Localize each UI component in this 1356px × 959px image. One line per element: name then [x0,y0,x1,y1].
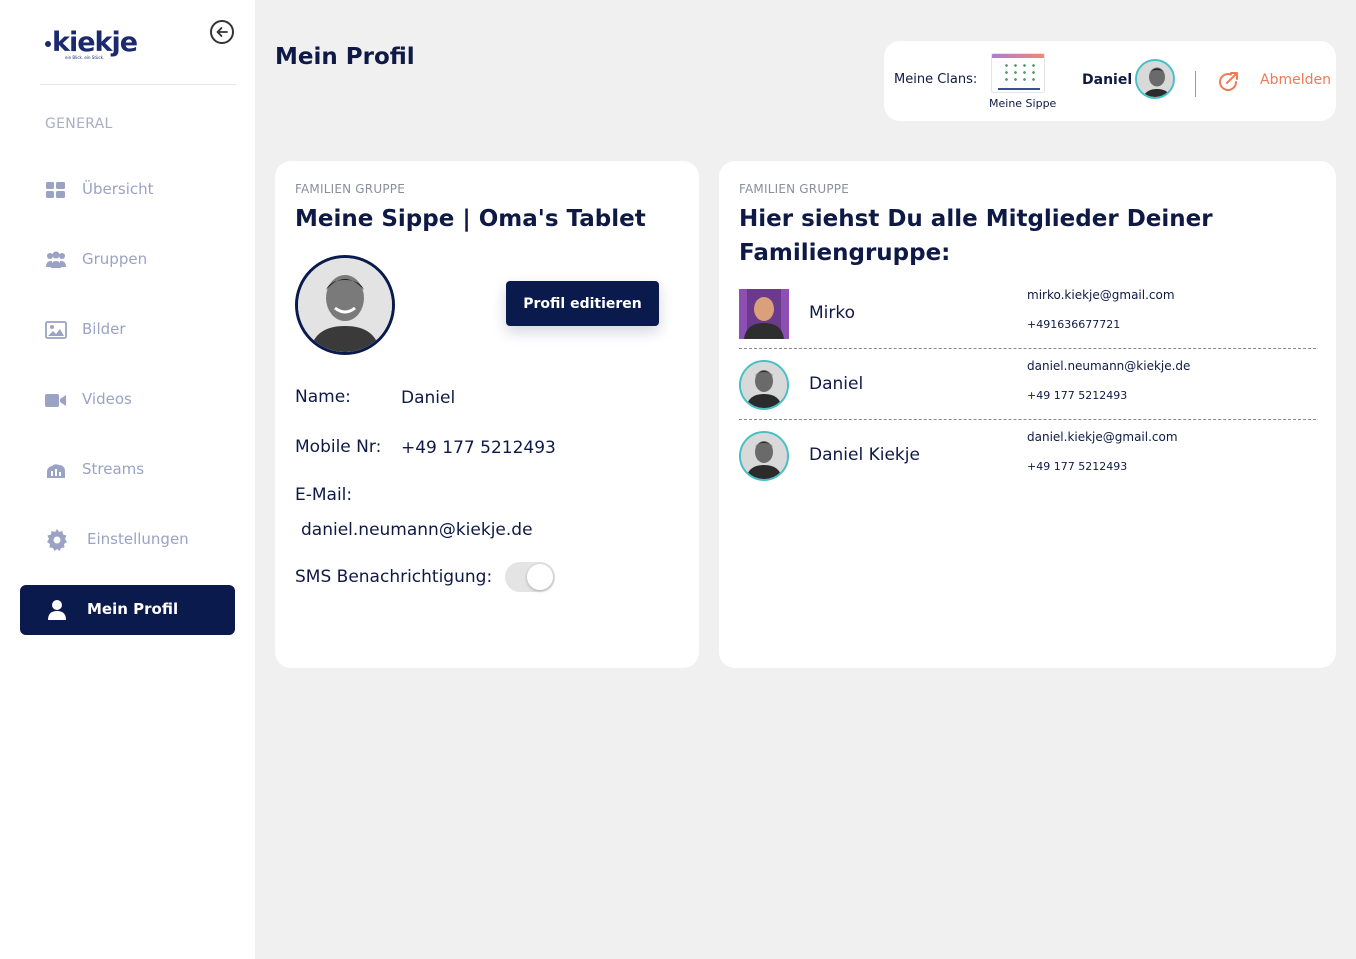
member-avatar [739,360,789,410]
sidebar-item-streams[interactable]: Streams [20,445,235,495]
clans-label: Meine Clans: [894,72,978,87]
header-user-bar: Meine Clans: Meine Sippe Daniel Abmelden [884,41,1336,121]
member-avatar [739,289,789,339]
header-user-avatar[interactable] [1135,59,1175,99]
group-icon [46,251,66,268]
sidebar-item-uebersicht[interactable]: Übersicht [20,165,235,215]
profile-card-eyebrow: FAMILIEN GRUPPE [295,182,405,196]
member-row[interactable]: Daniel daniel.neumann@kiekje.de +49 177 … [739,349,1316,420]
member-email: daniel.neumann@kiekje.de [1027,359,1191,373]
sidebar-item-label: Übersicht [82,180,154,198]
sidebar-item-videos[interactable]: Videos [20,375,235,425]
arrow-left-icon [216,27,228,37]
profile-avatar [295,255,395,355]
member-phone: +49 177 5212493 [1027,460,1128,473]
sidebar-item-label: Einstellungen [87,530,189,548]
members-card-title: Hier siehst Du alle Mitglieder Deiner Fa… [739,206,1213,266]
page-title: Mein Profil [275,44,415,70]
sms-notification-toggle[interactable] [505,562,555,592]
name-value: Daniel [401,388,456,408]
member-avatar [739,431,789,481]
sidebar: kiekje ein Blick. ein Stück. GENERAL Übe… [0,0,255,959]
mobile-value: +49 177 5212493 [401,438,556,458]
sidebar-item-label: Bilder [82,320,126,338]
email-value: daniel.neumann@kiekje.de [301,520,533,540]
avatar-image [298,258,392,352]
gear-icon [47,529,67,551]
kiekje-logo[interactable]: kiekje ein Blick. ein Stück. [45,28,145,64]
clan-name[interactable]: Meine Sippe [989,97,1056,110]
header-user-name: Daniel [1082,72,1133,88]
member-email: daniel.kiekje@gmail.com [1027,430,1178,444]
header-divider [1195,71,1196,97]
members-card-eyebrow: FAMILIEN GRUPPE [739,182,849,196]
mobile-label: Mobile Nr: [295,437,382,457]
sidebar-item-label: Mein Profil [87,600,179,618]
logout-link[interactable]: Abmelden [1260,72,1331,88]
toggle-knob [527,564,553,590]
sidebar-item-einstellungen[interactable]: Einstellungen [20,515,235,565]
collapse-sidebar-button[interactable] [210,20,234,44]
video-icon [45,394,66,407]
sidebar-divider [40,84,236,85]
clan-thumbnail[interactable] [991,53,1045,93]
member-name: Daniel Kiekje [809,445,920,465]
sidebar-item-gruppen[interactable]: Gruppen [20,235,235,285]
user-icon [48,600,66,620]
avatar-image [739,289,789,339]
sidebar-item-label: Gruppen [82,250,148,268]
sidebar-item-label: Streams [82,460,145,478]
email-label: E-Mail: [295,485,353,505]
member-name: Daniel [809,374,864,394]
member-row[interactable]: Mirko mirko.kiekje@gmail.com +4916366777… [739,278,1316,349]
logo-text: kiekje [52,27,138,58]
member-phone: +491636677721 [1027,318,1121,331]
member-email: mirko.kiekje@gmail.com [1027,288,1175,302]
member-row[interactable]: Daniel Kiekje daniel.kiekje@gmail.com +4… [739,420,1316,491]
sidebar-item-bilder[interactable]: Bilder [20,305,235,355]
image-icon [45,321,67,339]
avatar-image [1137,61,1173,97]
dashboard-icon [46,182,65,198]
logo-tagline: ein Blick. ein Stück. [65,55,105,60]
logout-icon[interactable] [1216,70,1240,94]
edit-profile-button[interactable]: Profil editieren [506,281,659,326]
avatar-image [741,362,787,408]
member-phone: +49 177 5212493 [1027,389,1128,402]
streams-icon [47,464,65,478]
members-card: FAMILIEN GRUPPE Hier siehst Du alle Mitg… [719,161,1336,668]
sidebar-section-label: GENERAL [45,116,113,132]
sidebar-item-label: Videos [82,390,132,408]
member-name: Mirko [809,303,856,323]
sidebar-item-mein-profil[interactable]: Mein Profil [20,585,235,635]
sms-notification-label: SMS Benachrichtigung: [295,567,493,587]
profile-card: FAMILIEN GRUPPE Meine Sippe | Oma's Tabl… [275,161,699,668]
profile-card-title: Meine Sippe | Oma's Tablet [295,206,646,232]
avatar-image [741,433,787,479]
name-label: Name: [295,387,351,407]
